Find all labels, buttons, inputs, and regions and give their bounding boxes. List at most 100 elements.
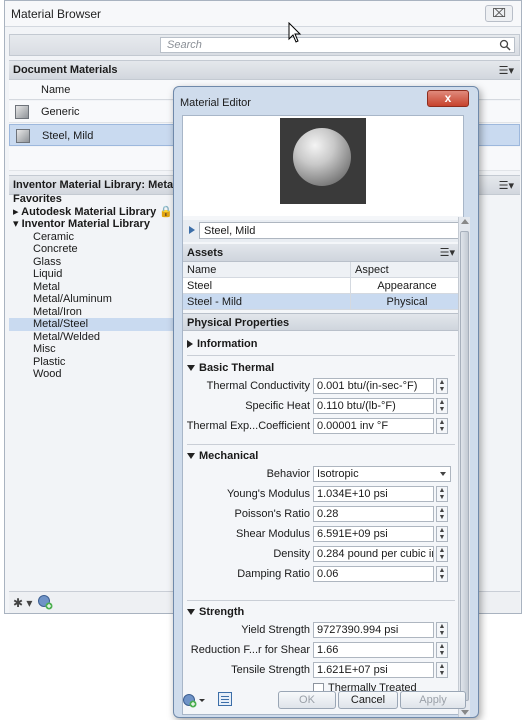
prop-row-tensile-strength: Tensile Strength 1.621E+07 psi ▲ ▼ (183, 662, 463, 679)
basic-thermal-group[interactable]: Basic Thermal (187, 362, 274, 374)
scroll-thumb[interactable] (460, 231, 469, 701)
tree-item-metal[interactable]: Metal (9, 281, 177, 294)
view-options-icon[interactable]: ☰▾ (499, 64, 514, 77)
tree-item-glass[interactable]: Glass (9, 256, 177, 269)
spinner-icon[interactable]: ▲ ▼ (436, 398, 448, 414)
library-title: Inventor Material Library: Metal/ (13, 179, 180, 191)
spinner-icon[interactable]: ▲ ▼ (436, 378, 448, 394)
browser-title: Material Browser (11, 7, 102, 21)
assets-table: Name Aspect Steel Appearance Steel - Mil… (183, 262, 463, 310)
tree-item-wood[interactable]: Wood (9, 368, 177, 381)
panel-toggle-icon[interactable] (218, 692, 232, 706)
collapse-arrow-icon (187, 365, 195, 372)
assets-header: Assets ☰▾ (183, 244, 463, 262)
ok-button[interactable]: OK (278, 691, 336, 709)
prop-value-field[interactable]: 0.06 (313, 566, 434, 582)
prop-value-field[interactable]: 1.621E+07 psi (313, 662, 434, 678)
spinner-icon[interactable]: ▲ ▼ (436, 642, 448, 658)
prop-value-field[interactable]: 0.28 (313, 506, 434, 522)
assets-options-icon[interactable]: ☰▾ (440, 246, 455, 259)
spinner-icon[interactable]: ▲ ▼ (436, 662, 448, 678)
editor-body: Steel, Mild Assets ☰▾ Name Aspect Steel … (182, 115, 464, 715)
editor-scrollbar[interactable] (458, 217, 470, 717)
prop-label: Tensile Strength (231, 664, 310, 676)
prop-row-reduction-factor-shear: Reduction F...r for Shear 1.66 ▲ ▼ (183, 642, 463, 659)
apply-button[interactable]: Apply (400, 691, 466, 709)
asset-name: Steel (187, 280, 213, 292)
document-materials-title: Document Materials (13, 64, 118, 76)
expand-arrow-icon[interactable] (189, 226, 195, 234)
prop-row-behavior: Behavior Isotropic (183, 466, 463, 483)
prop-value-field[interactable]: 1.66 (313, 642, 434, 658)
prop-value-field[interactable]: 1.034E+10 psi (313, 486, 434, 502)
search-icon[interactable] (499, 39, 511, 51)
prop-row-thermal-conductivity: Thermal Conductivity 0.001 btu/(in-sec-°… (183, 378, 463, 395)
asset-row-steel[interactable]: Steel Appearance (183, 278, 463, 294)
prop-row-damping-ratio: Damping Ratio 0.06 ▲ ▼ (183, 566, 463, 583)
editor-title: Material Editor (180, 97, 251, 109)
search-input[interactable]: Search (160, 37, 515, 53)
add-asset-icon[interactable] (182, 693, 206, 709)
prop-label: Poisson's Ratio (234, 508, 310, 520)
tree-item-inventor-library[interactable]: ▾ Inventor Material Library (9, 218, 177, 231)
add-library-icon[interactable] (37, 594, 53, 610)
tree-collapse-icon[interactable]: ▾ (13, 218, 22, 230)
prop-label: Damping Ratio (237, 568, 310, 580)
editor-close-button[interactable]: x (427, 90, 469, 107)
behavior-value: Isotropic (317, 468, 359, 480)
assets-aspect-column[interactable]: Aspect (350, 262, 463, 278)
tree-expand-icon[interactable]: ▸ (13, 206, 21, 218)
physical-properties-title: Physical Properties (187, 317, 290, 329)
tree-item-metal-aluminum[interactable]: Metal/Aluminum (9, 293, 177, 306)
information-group[interactable]: Information (187, 338, 258, 350)
material-preview-image[interactable] (280, 118, 366, 204)
tree-item-metal-iron[interactable]: Metal/Iron (9, 306, 177, 319)
spinner-icon[interactable]: ▲ ▼ (436, 486, 448, 502)
divider (187, 600, 455, 601)
strength-group[interactable]: Strength (187, 606, 244, 618)
divider (187, 355, 455, 356)
mechanical-group[interactable]: Mechanical (187, 450, 258, 462)
spinner-icon[interactable]: ▲ ▼ (436, 622, 448, 638)
prop-value-field[interactable]: 6.591E+09 psi (313, 526, 434, 542)
material-name-field[interactable]: Steel, Mild (199, 222, 460, 239)
scroll-up-arrow-icon[interactable] (461, 219, 469, 224)
tree-item-favorites[interactable]: Favorites (9, 193, 177, 206)
behavior-select[interactable]: Isotropic (313, 466, 451, 482)
document-material-label: Steel, Mild (42, 130, 94, 142)
search-placeholder: Search (167, 39, 202, 51)
spinner-icon[interactable]: ▲ ▼ (436, 418, 448, 434)
cancel-button[interactable]: Cancel (338, 691, 398, 709)
tree-item-metal-steel[interactable]: Metal/Steel (9, 318, 177, 331)
library-view-options-icon[interactable]: ☰▾ (499, 179, 514, 192)
tree-item-metal-welded[interactable]: Metal/Welded (9, 331, 177, 344)
tree-item-concrete[interactable]: Concrete (9, 243, 177, 256)
spinner-icon[interactable]: ▲ ▼ (436, 526, 448, 542)
material-name-row: Steel, Mild (183, 220, 463, 242)
asset-row-steel-mild[interactable]: Steel - Mild Physical (183, 294, 463, 310)
prop-row-yield-strength: Yield Strength 9727390.994 psi ▲ ▼ (183, 622, 463, 639)
collapse-arrow-icon (187, 453, 195, 460)
tree-item-plastic[interactable]: Plastic (9, 356, 177, 369)
browser-close-button[interactable]: ⌧ (485, 5, 513, 22)
tree-item-label: Inventor Material Library (21, 218, 150, 230)
spinner-icon[interactable]: ▲ ▼ (436, 506, 448, 522)
tree-item-misc[interactable]: Misc (9, 343, 177, 356)
prop-value-field[interactable]: 9727390.994 psi (313, 622, 434, 638)
assets-name-column[interactable]: Name (187, 262, 216, 278)
prop-label: Shear Modulus (236, 528, 310, 540)
prop-value-field[interactable]: 0.00001 inv °F (313, 418, 434, 434)
tree-item-ceramic[interactable]: Ceramic (9, 231, 177, 244)
settings-gear-icon[interactable]: ✱ ▾ (13, 596, 32, 610)
spinner-icon[interactable]: ▲ ▼ (436, 566, 448, 582)
preview-sphere (293, 128, 351, 186)
material-swatch-icon (15, 105, 29, 119)
prop-value-field[interactable]: 0.001 btu/(in-sec-°F) (313, 378, 434, 394)
tree-item-liquid[interactable]: Liquid (9, 268, 177, 281)
name-column-header[interactable]: Name (41, 84, 70, 96)
asset-aspect: Physical (350, 294, 463, 310)
spinner-icon[interactable]: ▲ ▼ (436, 546, 448, 562)
tree-item-autodesk-library[interactable]: ▸ Autodesk Material Library 🔒 (9, 206, 177, 219)
prop-value-field[interactable]: 0.284 pound per cubic in (313, 546, 434, 562)
prop-value-field[interactable]: 0.110 btu/(lb-°F) (313, 398, 434, 414)
